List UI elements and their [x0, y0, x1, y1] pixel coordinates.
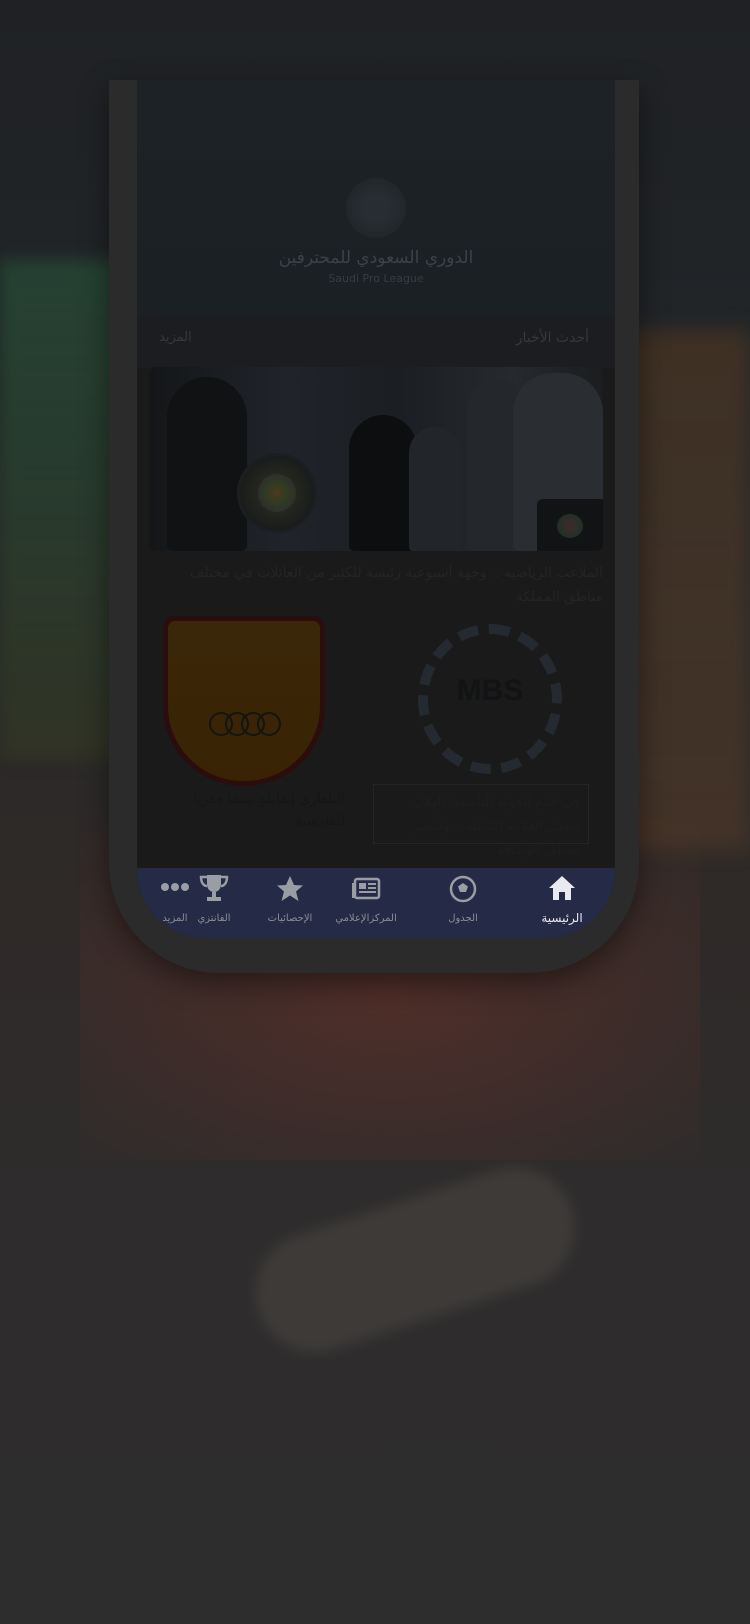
newspaper-icon: [352, 877, 381, 900]
news-section-header: أحدث الأخبار المزيد: [137, 316, 615, 368]
image-figure: [409, 427, 461, 551]
league-title: الدوري السعودي للمحترفين: [278, 248, 474, 268]
ring: [257, 712, 281, 736]
news-card-caption: البلغاري إيفايلو بيتيفا مدربا للقادسية: [193, 791, 345, 829]
news-card[interactable]: MBS في ختام الجولة التاسعة: الهلال يسجل …: [369, 616, 595, 858]
club-crest-icon: [163, 616, 325, 786]
league-watermark-badge: [537, 499, 603, 551]
home-icon: [549, 876, 575, 900]
tab-stats-label: الإحصائيات: [267, 913, 313, 924]
tab-home[interactable]: الرئيسية: [522, 868, 602, 938]
soccer-ball-icon: [449, 875, 477, 903]
app-screen: الدوري السعودي للمحترفين Saudi Pro Leagu…: [137, 80, 615, 938]
bottom-tab-bar: الرئيسية الجدول المركزالإعلامي الإحصائيا…: [137, 868, 615, 938]
news-card-caption: في ختام الجولة التاسعة: الهلال يسجل العل…: [373, 784, 589, 858]
news-card[interactable]: البلغاري إيفايلو بيتيفا مدربا للقادسية: [137, 616, 363, 848]
league-subtitle: Saudi Pro League: [328, 272, 424, 285]
image-figure: [349, 415, 417, 551]
flower-sign-icon: [237, 453, 317, 533]
mbs-logo-text: MBS: [456, 674, 524, 707]
image-figure: [167, 377, 247, 551]
star-icon: [277, 876, 303, 901]
league-header: الدوري السعودي للمحترفين Saudi Pro Leagu…: [137, 80, 615, 316]
tab-media-center-label: المركزالإعلامي: [335, 913, 397, 924]
more-news-link[interactable]: المزيد: [159, 330, 192, 345]
tab-home-label: الرئيسية: [541, 911, 583, 925]
featured-news-caption[interactable]: الملاعب الرياضية .. وجهة أسبوعية رئيسة ل…: [149, 561, 603, 609]
tab-table[interactable]: الجدول: [423, 868, 503, 938]
tab-table-label: الجدول: [448, 913, 478, 924]
tab-stats[interactable]: الإحصائيات: [250, 868, 330, 938]
tab-more-label: المزيد: [162, 913, 188, 924]
featured-news-image[interactable]: [149, 367, 603, 551]
news-section-title: أحدث الأخبار: [515, 330, 589, 346]
tab-more[interactable]: المزيد: [137, 868, 215, 938]
crest-shield: [163, 616, 325, 786]
olympic-rings-icon: [209, 706, 281, 736]
league-watermark-icon: [557, 514, 583, 538]
league-logo-icon: [346, 178, 406, 238]
flower-center: [258, 474, 296, 512]
more-dots-icon: [161, 883, 189, 891]
tab-media-center[interactable]: المركزالإعلامي: [326, 868, 406, 938]
